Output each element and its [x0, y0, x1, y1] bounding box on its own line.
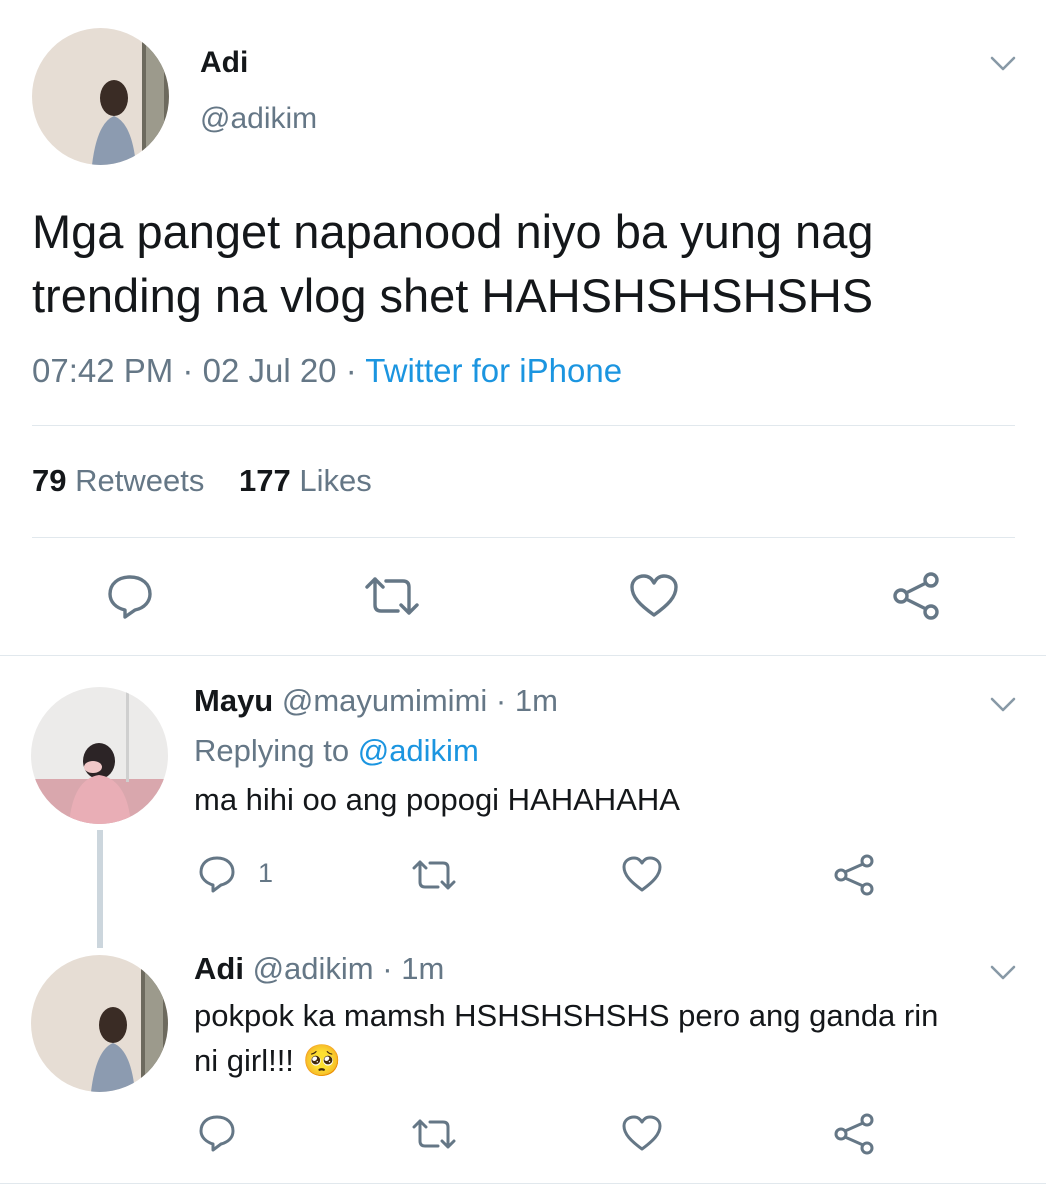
main-author-name[interactable]: Adi	[200, 46, 248, 80]
meta-separator: ·	[182, 352, 194, 389]
tweet-source-link[interactable]: Twitter for iPhone	[365, 352, 622, 389]
share-icon[interactable]	[891, 571, 941, 621]
tweet-date: 02 Jul 20	[202, 352, 337, 389]
reply-author-name[interactable]: Mayu	[194, 683, 273, 718]
share-icon[interactable]	[833, 1113, 875, 1155]
section-divider	[0, 1183, 1046, 1184]
reply-author-handle[interactable]: @adikim	[253, 951, 374, 986]
reply-time: 1m	[401, 951, 445, 986]
tweet-time: 07:42 PM	[32, 352, 174, 389]
retweets-stat[interactable]: 79 Retweets	[32, 463, 213, 498]
chevron-down-icon[interactable]	[990, 56, 1016, 72]
replying-to-handle[interactable]: @adikim	[358, 733, 479, 768]
dot-separator: ·	[495, 683, 507, 718]
like-count: 177	[238, 463, 291, 498]
like-icon[interactable]	[628, 573, 680, 619]
like-icon[interactable]	[621, 855, 663, 893]
main-tweet-text-line1: Mga panget napanood niyo ba yung nag	[32, 205, 874, 258]
section-divider	[0, 655, 1046, 656]
reply-icon[interactable]	[197, 855, 237, 893]
thread-line	[97, 830, 103, 948]
reply-author-name[interactable]: Adi	[194, 951, 244, 986]
reply-icon[interactable]	[105, 573, 155, 619]
like-label: Likes	[299, 463, 372, 498]
retweet-label: Retweets	[75, 463, 205, 498]
retweet-count: 79	[32, 463, 67, 498]
reply-2-text-line2: ni girl!!! 🥺	[194, 1043, 342, 1078]
likes-stat[interactable]: 177 Likes	[239, 463, 372, 498]
chevron-down-icon[interactable]	[990, 697, 1016, 713]
reply-2-header: Adi @adikim · 1m	[194, 951, 444, 987]
like-icon[interactable]	[621, 1114, 663, 1152]
avatar-reply-1[interactable]	[31, 687, 168, 824]
replying-to-prefix: Replying to	[194, 733, 350, 768]
replying-to: Replying to @adikim	[194, 733, 479, 769]
reply-2-text-line1: pokpok ka mamsh HSHSHSHSHS pero ang gand…	[194, 998, 939, 1033]
reply-icon[interactable]	[197, 1114, 237, 1152]
main-tweet-text-line2: trending na vlog shet HAHSHSHSHSHS	[32, 269, 874, 322]
retweet-icon[interactable]	[410, 1117, 458, 1151]
retweet-icon[interactable]	[410, 858, 458, 892]
reply-count: 1	[258, 858, 274, 888]
main-tweet-meta: 07:42 PM · 02 Jul 20 · Twitter for iPhon…	[32, 352, 622, 390]
divider	[32, 537, 1015, 538]
retweet-icon[interactable]	[362, 575, 422, 617]
reply-1-text: ma hihi oo ang popogi HAHAHAHA	[194, 782, 680, 817]
avatar-reply-2[interactable]	[31, 955, 168, 1092]
dot-separator: ·	[382, 951, 393, 986]
avatar-main[interactable]	[32, 28, 169, 165]
main-author-handle[interactable]: @adikim	[200, 102, 317, 136]
reply-1-header: Mayu @mayumimimi · 1m	[194, 683, 558, 719]
meta-separator: ·	[345, 352, 357, 389]
chevron-down-icon[interactable]	[990, 965, 1016, 981]
divider	[32, 425, 1015, 426]
reply-time: 1m	[514, 683, 558, 718]
reply-author-handle[interactable]: @mayumimimi	[282, 683, 487, 718]
tweet-stats: 79 Retweets 177 Likes	[32, 463, 372, 499]
share-icon[interactable]	[833, 854, 875, 896]
